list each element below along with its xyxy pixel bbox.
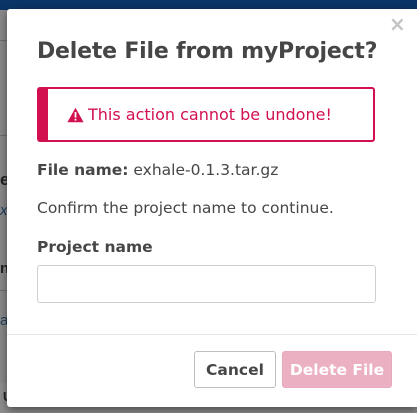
- alert-text: This action cannot be undone!: [88, 105, 332, 124]
- file-name-label: File name:: [37, 161, 129, 179]
- cancel-button[interactable]: Cancel: [194, 351, 276, 388]
- delete-file-modal: × Delete File from myProject? This actio…: [7, 9, 417, 407]
- warning-triangle-icon: [67, 107, 84, 122]
- close-icon[interactable]: ×: [389, 14, 406, 34]
- delete-file-button[interactable]: Delete File: [282, 351, 392, 388]
- project-name-input[interactable]: [37, 265, 376, 303]
- danger-alert: This action cannot be undone!: [37, 87, 375, 142]
- modal-footer-divider: [7, 334, 417, 335]
- file-name-value: exhale-0.1.3.tar.gz: [133, 161, 279, 179]
- modal-title: Delete File from myProject?: [37, 39, 378, 64]
- project-name-label: Project name: [37, 238, 153, 256]
- confirm-instruction: Confirm the project name to continue.: [37, 199, 334, 217]
- file-name-row: File name: exhale-0.1.3.tar.gz: [37, 161, 278, 179]
